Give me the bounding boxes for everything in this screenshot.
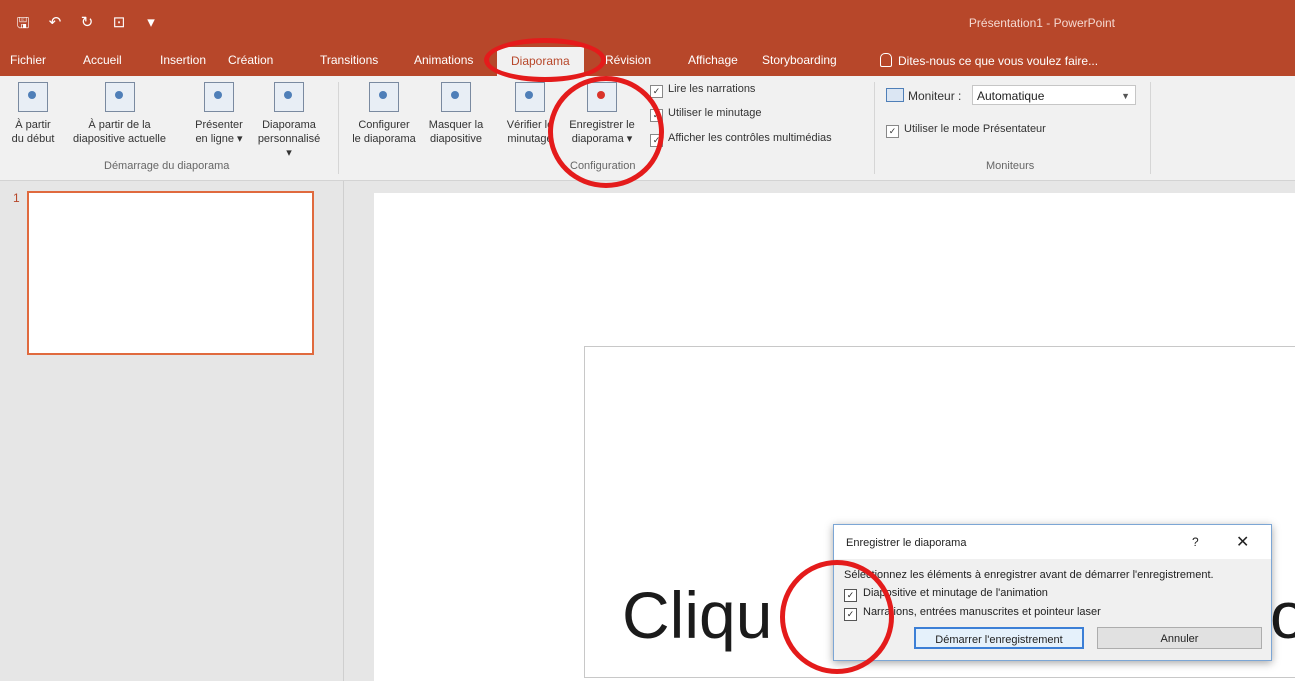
present-online-label-2: en ligne ▾: [195, 133, 243, 145]
start-recording-button[interactable]: Démarrer l'enregistrement: [914, 627, 1084, 649]
redo-icon[interactable]: ↻: [78, 13, 96, 38]
checkmark-icon: ✓: [886, 125, 899, 138]
setup-label-2: le diaporama: [352, 133, 416, 145]
close-icon[interactable]: ✕: [1236, 532, 1249, 552]
present-icon[interactable]: ⊡: [110, 13, 128, 38]
hide-slide-icon: [441, 82, 471, 112]
tab-animations[interactable]: Animations: [414, 53, 473, 67]
slide-timings-label: Diapositive et minutage de l'animation: [863, 587, 1048, 599]
hide-slide-button[interactable]: Masquer la diapositive: [420, 82, 492, 146]
chevron-down-icon: ▼: [1121, 91, 1130, 101]
help-icon[interactable]: ?: [1192, 535, 1199, 549]
tab-creation[interactable]: Création: [228, 53, 273, 67]
placeholder-text: Cliqu: [622, 578, 773, 652]
group-label-config: Configuration: [570, 160, 636, 172]
from-start-label-1: À partir: [15, 119, 51, 131]
custom-show-label-2: personnalisé ▾: [257, 133, 321, 159]
from-current-label-2: diapositive actuelle: [73, 133, 166, 145]
group-label-start: Démarrage du diaporama: [104, 160, 230, 172]
monitor-label-text: Moniteur :: [908, 89, 962, 103]
monitor-select-value: Automatique: [977, 89, 1045, 103]
from-start-label-2: du début: [11, 133, 55, 145]
lightbulb-icon: [880, 53, 892, 67]
tell-me-text: Dites-nous ce que vous voulez faire...: [898, 54, 1099, 68]
slide-number: 1: [13, 191, 20, 205]
checkmark-icon: ✓: [844, 608, 857, 621]
custom-slides-icon: [274, 82, 304, 112]
group-label-monitors: Moniteurs: [986, 160, 1035, 172]
narrations-checkbox[interactable]: ✓ Narrations, entrées manuscrites et poin…: [844, 606, 1101, 621]
setup-label-1: Configurer: [358, 119, 410, 131]
record-label-2: diaporama ▾: [571, 133, 633, 145]
show-media-controls-checkbox[interactable]: ✓ Afficher les contrôles multimédias: [650, 132, 832, 147]
undo-icon[interactable]: ↶: [46, 13, 64, 38]
custom-show-button[interactable]: Diaporama personnalisé ▾: [254, 82, 324, 160]
monitor-icon: [886, 88, 904, 102]
checkmark-icon: ✓: [650, 134, 663, 147]
hide-label-1: Masquer la: [428, 119, 484, 131]
group-separator: [338, 82, 339, 174]
present-online-button[interactable]: Présenter en ligne ▾: [184, 82, 254, 146]
rehearse-timings-button[interactable]: Vérifier le minutage: [498, 82, 562, 146]
show-media-controls-label: Afficher les contrôles multimédias: [668, 132, 832, 144]
play-narrations-checkbox[interactable]: ✓ Lire les narrations: [650, 83, 755, 98]
monitor-label: Moniteur :: [886, 88, 961, 103]
from-start-button[interactable]: À partir du début: [4, 82, 62, 146]
slide-timings-checkbox[interactable]: ✓ Diapositive et minutage de l'animation: [844, 587, 1048, 602]
checkmark-icon: ✓: [844, 589, 857, 602]
ribbon: À partir du début À partir de la diaposi…: [0, 76, 1295, 181]
narrations-label: Narrations, entrées manuscrites et point…: [863, 606, 1101, 618]
record-slideshow-button[interactable]: Enregistrer le diaporama ▾: [562, 82, 642, 146]
presenter-view-checkbox[interactable]: ✓ Utiliser le mode Présentateur: [886, 123, 1046, 138]
record-label-1: Enregistrer le: [569, 119, 635, 131]
tab-insertion[interactable]: Insertion: [160, 53, 206, 67]
tab-transitions[interactable]: Transitions: [320, 53, 378, 67]
quick-access-toolbar: 🖫 ↶ ↻ ⊡ ▾: [14, 13, 160, 38]
from-current-label-1: À partir de la: [88, 119, 151, 131]
slide-play-icon: [104, 82, 135, 112]
chevron-down-icon[interactable]: ▾: [142, 13, 160, 38]
monitor-select[interactable]: Automatique ▼: [972, 85, 1136, 105]
save-icon[interactable]: 🖫: [14, 13, 32, 38]
rehearse-label-1: Vérifier le: [506, 119, 554, 131]
tab-storyboarding[interactable]: Storyboarding: [762, 53, 837, 67]
globe-icon: [204, 82, 234, 112]
group-separator: [1150, 82, 1151, 174]
placeholder-text-end: o: [1270, 578, 1295, 652]
dialog-body: Sélectionnez les éléments à enregistrer …: [834, 559, 1271, 660]
play-icon: [18, 82, 48, 112]
title-bar: 🖫 ↶ ↻ ⊡ ▾ Présentation1 - PowerPoint: [0, 0, 1295, 44]
tab-accueil[interactable]: Accueil: [83, 53, 122, 67]
play-narrations-label: Lire les narrations: [668, 83, 756, 95]
setup-show-button[interactable]: Configurer le diaporama: [348, 82, 420, 146]
window-title: Présentation1 - PowerPoint: [968, 16, 1115, 30]
checkmark-icon: ✓: [650, 109, 663, 122]
tab-affichage[interactable]: Affichage: [688, 53, 738, 67]
slide-thumbnail[interactable]: [27, 191, 314, 355]
from-current-button[interactable]: À partir de la diapositive actuelle: [62, 82, 177, 146]
use-timings-label: Utiliser le minutage: [668, 107, 762, 119]
dialog-title: Enregistrer le diaporama: [846, 537, 967, 549]
group-separator: [874, 82, 875, 174]
ribbon-tabs: Fichier Accueil Insertion Création Trans…: [0, 44, 1295, 76]
presenter-view-label: Utiliser le mode Présentateur: [904, 123, 1046, 135]
use-timings-checkbox[interactable]: ✓ Utiliser le minutage: [650, 107, 762, 122]
tab-revision[interactable]: Révision: [605, 53, 651, 67]
stopwatch-icon: [515, 82, 545, 112]
present-online-label-1: Présenter: [195, 119, 243, 131]
rehearse-label-2: minutage: [507, 133, 553, 145]
checkmark-icon: ✓: [650, 85, 663, 98]
custom-show-label-1: Diaporama: [262, 119, 316, 131]
setup-icon: [369, 82, 399, 112]
dialog-instruction: Sélectionnez les éléments à enregistrer …: [844, 569, 1214, 581]
slide-thumbnail-pane: 1: [0, 181, 344, 681]
record-icon: [587, 82, 617, 112]
hide-label-2: diapositive: [430, 133, 482, 145]
tab-fichier[interactable]: Fichier: [10, 53, 46, 67]
tell-me-box[interactable]: Dites-nous ce que vous voulez faire...: [880, 53, 1098, 68]
record-slideshow-dialog: Enregistrer le diaporama ? ✕ Sélectionne…: [833, 524, 1272, 661]
tab-diaporama[interactable]: Diaporama: [497, 47, 584, 76]
cancel-button[interactable]: Annuler: [1097, 627, 1262, 649]
